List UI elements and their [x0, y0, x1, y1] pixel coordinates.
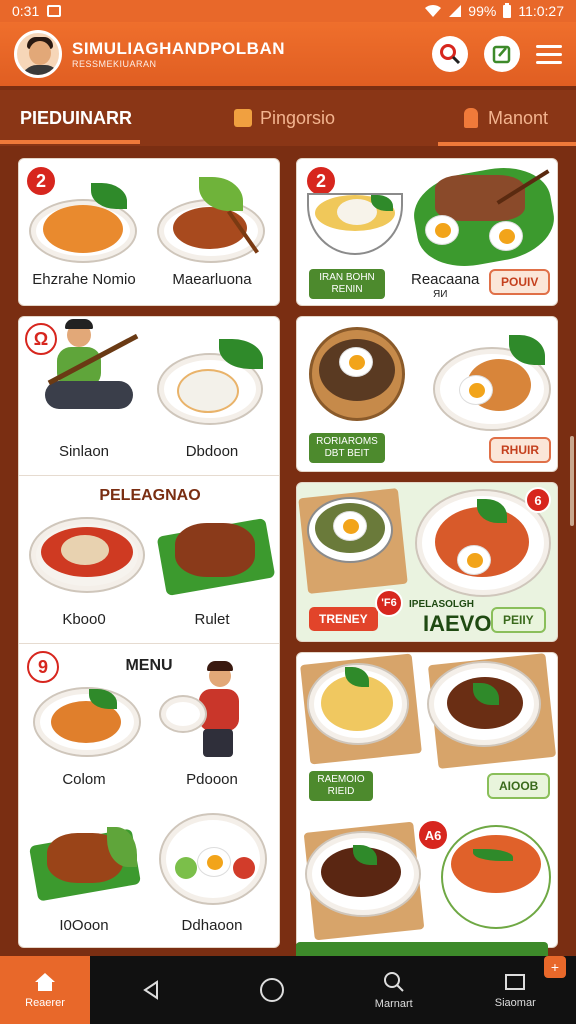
status-bar: 0:31 99% 11:0:27: [0, 0, 576, 22]
tab-indicator: [438, 142, 576, 146]
tab-label: PIEDUINARR: [20, 107, 133, 128]
status-clock: 11:0:27: [518, 3, 564, 19]
tab-label: Manont: [488, 107, 549, 128]
battery-icon: [503, 3, 512, 18]
dish-name: Rulet: [194, 611, 230, 628]
dish-name: I0Ooon: [59, 917, 109, 934]
tab-manont[interactable]: Manont: [464, 90, 548, 146]
app-title-block: SIMULIAGHANDPOLBAN RESSMEKIUARAN: [72, 39, 285, 69]
app-bar: SIMULIAGHANDPOLBAN RESSMEKIUARAN: [0, 22, 576, 86]
app-subtitle: RESSMEKIUARAN: [72, 59, 157, 69]
wifi-icon: [425, 4, 442, 17]
notification-icon: [47, 5, 62, 17]
discount-badge: 'F6: [375, 589, 403, 617]
divider: [19, 475, 279, 476]
search-icon: [440, 44, 461, 65]
count-badge: Ω: [25, 323, 57, 355]
count-badge: 2: [25, 165, 57, 197]
dish-name: Reacaana: [411, 271, 480, 288]
back-triangle-icon: [142, 980, 158, 1000]
count-badge: A6: [417, 819, 449, 851]
edit-square-icon: [492, 45, 511, 64]
count-badge: 6: [525, 487, 551, 513]
nav-orders[interactable]: + Siaomar: [455, 956, 576, 1024]
promo-title: IAEVO: [423, 611, 492, 636]
recent-apps-icon: [505, 974, 526, 990]
nav-search-label: Marnart: [374, 998, 413, 1010]
dish-subtitle: ЯИ: [433, 289, 448, 300]
status-time: 0:31: [12, 3, 40, 19]
divider: [19, 643, 279, 644]
promo-badge: RORIAROMS DBT BEIT: [309, 433, 385, 463]
search-button[interactable]: [432, 36, 468, 72]
nav-orders-label: Siaomar: [494, 997, 536, 1009]
dish-name: Sinlaon: [58, 443, 110, 460]
edit-button[interactable]: [484, 36, 520, 72]
avatar[interactable]: [14, 30, 62, 78]
battery-level: 99%: [468, 3, 497, 19]
add-icon[interactable]: +: [544, 956, 566, 978]
app-title: SIMULIAGHANDPOLBAN: [72, 39, 285, 58]
nav-search[interactable]: Marnart: [333, 956, 455, 1024]
menu-card[interactable]: 2 Ehzrahe Nomio Maearluona: [18, 158, 280, 306]
promo-caption: IPELASOLGH: [409, 599, 475, 610]
order-button[interactable]: AIOOB: [487, 773, 551, 799]
nav-home[interactable]: Reaerer: [0, 956, 90, 1024]
tab-bar: PIEDUINARR Pingorsio Manont: [0, 90, 576, 146]
order-button[interactable]: TRENEY: [309, 607, 378, 631]
nav-home-label: Reaerer: [25, 997, 65, 1009]
menu-card[interactable]: RAEMOIO RIEID AIOOB A6: [296, 652, 558, 948]
promo-badge: IRAN BOHN RENIN: [309, 269, 385, 299]
menu-card[interactable]: Ω Sinlaon Dbdoon PELEAGNAO Kboo0 Rulet 9…: [18, 316, 280, 948]
dish-name: Kboo0: [62, 611, 106, 628]
tab-menu-icon: [234, 109, 252, 127]
tab-chef-icon: [464, 108, 478, 128]
tab-label: Pingorsio: [260, 107, 336, 128]
nav-back[interactable]: [90, 956, 212, 1024]
card-edge: [296, 942, 548, 956]
nav-home-circle[interactable]: [212, 956, 334, 1024]
tab-pingorsio[interactable]: Pingorsio: [234, 90, 335, 146]
order-button[interactable]: PEIIY: [491, 607, 546, 633]
count-badge: 9: [27, 651, 59, 683]
menu-icon[interactable]: [536, 44, 562, 64]
tab-pieduinarr[interactable]: PIEDUINARR: [0, 90, 140, 146]
signal-icon: [449, 5, 462, 17]
home-icon: [35, 973, 55, 991]
dish-name: Pdooon: [186, 771, 238, 788]
search-icon: [383, 972, 404, 992]
order-button[interactable]: RHUIR: [489, 437, 551, 463]
dish-name: Ehzrahe Nomio: [32, 271, 136, 288]
promo-badge: RAEMOIO RIEID: [309, 771, 373, 801]
bottom-nav: Reaerer Marnart + Siaomar: [0, 956, 576, 1024]
section-title: PELEAGNAO: [99, 487, 201, 504]
menu-card[interactable]: 2 IRAN BOHN RENIN Reacaana ЯИ POUIV: [296, 158, 558, 306]
dish-name: Ddhaoon: [181, 917, 243, 934]
dish-name: Colom: [62, 771, 106, 788]
menu-card[interactable]: 6 TRENEY 'F6 IPELASOLGH IAEVO PEIIY: [296, 482, 558, 642]
order-button[interactable]: POUIV: [489, 269, 551, 295]
scrollbar[interactable]: [570, 436, 574, 526]
menu-card[interactable]: RORIAROMS DBT BEIT RHUIR: [296, 316, 558, 472]
dish-name: Maearluona: [172, 271, 252, 288]
section-title: MENU: [125, 657, 173, 674]
home-circle-icon: [260, 978, 285, 1002]
dish-name: Dbdoon: [185, 443, 239, 460]
